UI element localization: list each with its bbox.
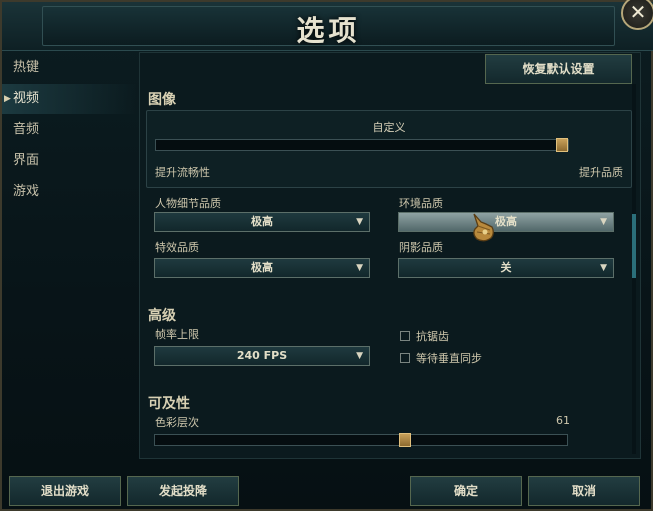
character-quality-select[interactable]: 极高 ▼ [154, 212, 370, 232]
sidebar: 热键 ▶ 视频 音频 界面 游戏 [2, 52, 137, 452]
close-icon: ✕ [629, 0, 647, 24]
sidebar-item-hotkeys[interactable]: 热键 [2, 53, 137, 83]
section-title-advanced: 高级 [148, 308, 176, 324]
color-level-value: 61 [556, 414, 570, 427]
graphics-quality-slider[interactable] [155, 138, 569, 152]
effects-quality-value: 极高 [251, 261, 273, 274]
environment-quality-value: 极高 [495, 215, 517, 228]
reset-defaults-button[interactable]: 恢复默认设置 [485, 54, 632, 84]
fps-cap-value: 240 FPS [236, 349, 288, 362]
shadow-quality-value: 关 [500, 261, 512, 274]
window-title: 选项 [296, 14, 361, 47]
ok-button[interactable]: 确定 [410, 476, 522, 506]
sidebar-item-game[interactable]: 游戏 [2, 177, 137, 207]
chevron-down-icon: ▼ [356, 351, 363, 361]
effects-quality-select[interactable]: 极高 ▼ [154, 258, 370, 278]
antialias-option[interactable]: 抗锯齿 [400, 328, 449, 344]
graphics-preset-box: 自定义 提升流畅性 提升品质 [146, 110, 632, 188]
slider-left-label: 提升流畅性 [155, 166, 210, 179]
shadow-quality-label: 阴影品质 [399, 241, 443, 254]
options-window: 选项 ✕ 热键 ▶ 视频 音频 界面 游戏 恢复默认设置 图像 自定义 提升流畅 [0, 0, 653, 511]
cancel-button[interactable]: 取消 [528, 476, 640, 506]
scrollbar[interactable] [632, 84, 636, 454]
character-quality-label: 人物细节品质 [155, 197, 221, 210]
gauntlet-cursor-icon [473, 213, 494, 242]
fps-cap-select[interactable]: 240 FPS ▼ [154, 346, 370, 366]
environment-quality-select[interactable]: 极高 ▼ [398, 212, 614, 232]
shadow-quality-select[interactable]: 关 ▼ [398, 258, 614, 278]
effects-quality-label: 特效品质 [155, 241, 199, 254]
sidebar-item-label: 热键 [13, 60, 40, 75]
character-quality-value: 极高 [251, 215, 273, 228]
video-settings-panel: 恢复默认设置 图像 自定义 提升流畅性 提升品质 人物细节品质 极高 ▼ 环境品… [139, 52, 641, 459]
arrow-right-icon: ▶ [4, 94, 11, 104]
chevron-down-icon: ▼ [356, 263, 363, 273]
color-level-label: 色彩层次 [155, 416, 199, 429]
sidebar-item-label: 音频 [13, 122, 40, 137]
slider-thumb[interactable] [556, 138, 568, 152]
antialias-checkbox[interactable] [400, 331, 410, 341]
chevron-down-icon: ▼ [600, 263, 607, 273]
chevron-down-icon: ▼ [356, 217, 363, 227]
sidebar-item-video[interactable]: ▶ 视频 [2, 84, 137, 114]
color-level-slider[interactable] [154, 433, 568, 447]
sidebar-item-interface[interactable]: 界面 [2, 146, 137, 176]
close-button[interactable]: ✕ [621, 0, 653, 30]
chevron-down-icon: ▼ [600, 217, 607, 227]
slider-right-label: 提升品质 [579, 166, 623, 179]
sidebar-item-label: 界面 [13, 153, 40, 168]
sidebar-item-audio[interactable]: 音频 [2, 115, 137, 145]
fps-cap-label: 帧率上限 [155, 328, 199, 341]
environment-quality-label: 环境品质 [399, 197, 443, 210]
section-title-accessibility: 可及性 [148, 396, 190, 412]
sidebar-item-label: 游戏 [13, 184, 40, 199]
slider-thumb[interactable] [399, 433, 411, 447]
vsync-label: 等待垂直同步 [416, 352, 482, 365]
title-bar: 选项 [2, 2, 653, 51]
exit-game-button[interactable]: 退出游戏 [9, 476, 121, 506]
section-title-image: 图像 [148, 92, 176, 108]
vsync-checkbox[interactable] [400, 353, 410, 363]
vsync-option[interactable]: 等待垂直同步 [400, 350, 482, 366]
preset-label: 自定义 [372, 121, 406, 134]
sidebar-item-label: 视频 [13, 91, 40, 106]
surrender-button[interactable]: 发起投降 [127, 476, 239, 506]
scroll-thumb[interactable] [632, 214, 636, 278]
antialias-label: 抗锯齿 [416, 330, 449, 343]
